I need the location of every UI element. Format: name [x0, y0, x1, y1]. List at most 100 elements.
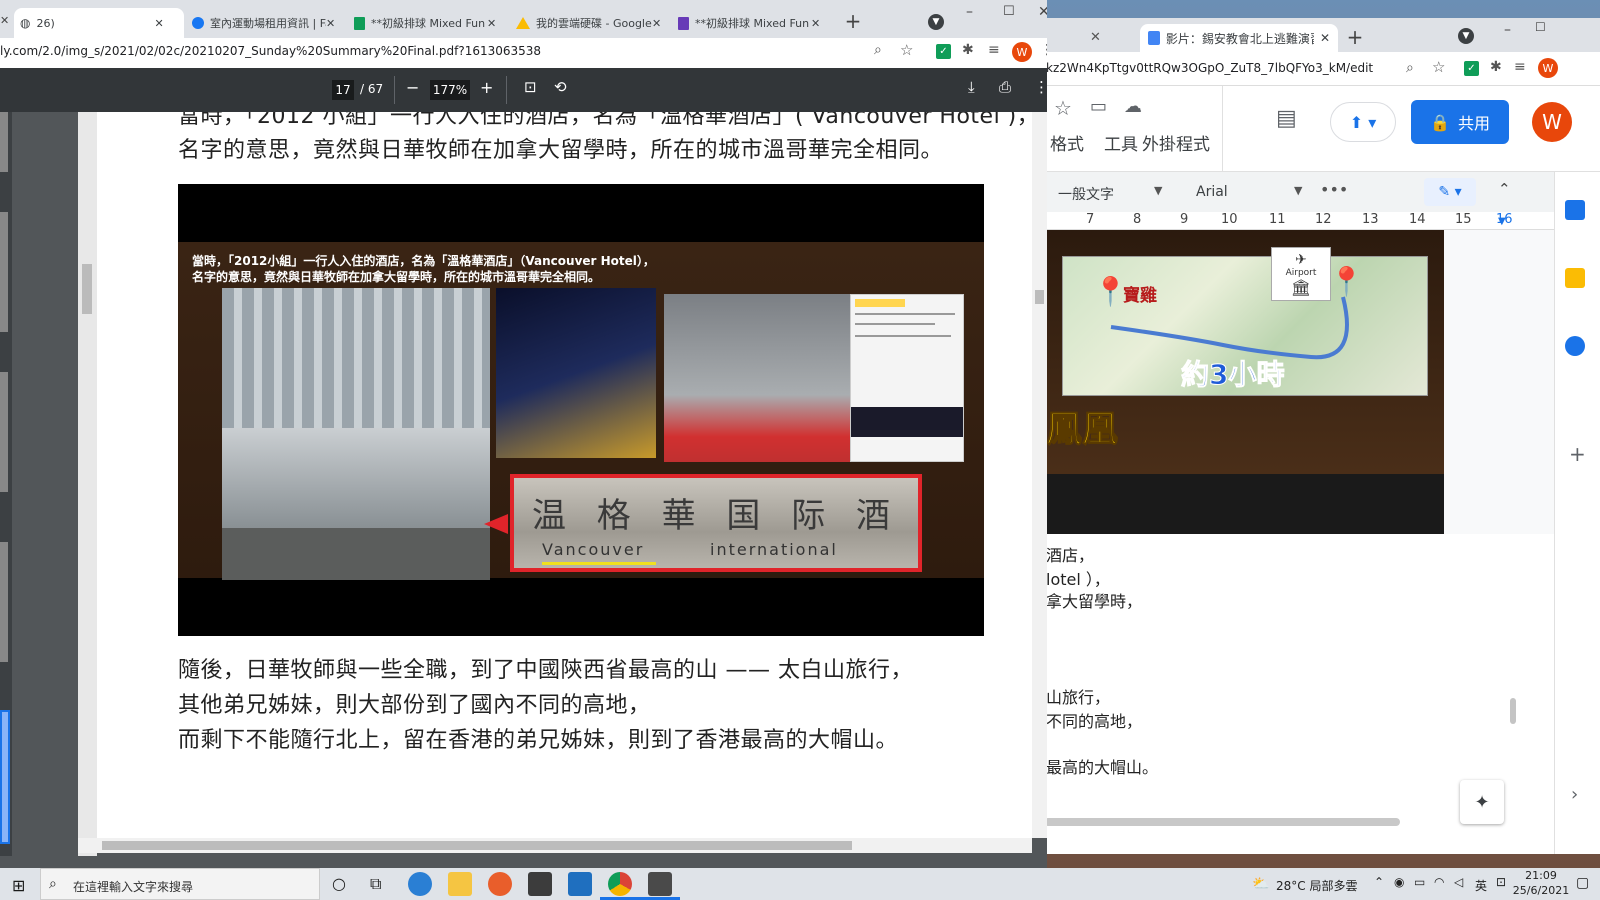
comments-icon[interactable]: ▤: [1276, 106, 1297, 131]
ime-indicator[interactable]: 英: [1475, 877, 1487, 894]
thumbnail-pane[interactable]: [0, 112, 12, 856]
chevron-down-icon[interactable]: ▼: [1294, 184, 1302, 197]
menu-addons[interactable]: 外掛程式: [1142, 130, 1210, 155]
docs-page[interactable]: 酒店， lotel ）， 拿大留學時， 山旅行， 不同的高地， 最高的大帽山。 …: [1044, 534, 1554, 854]
weather-text[interactable]: 28°C 局部多雲: [1276, 877, 1357, 894]
windows-start-icon[interactable]: ⊞: [12, 876, 25, 895]
minimize-icon[interactable]: –: [1504, 22, 1511, 38]
volume-icon[interactable]: ◁: [1454, 875, 1463, 889]
tab-facebook[interactable]: 室內運動場租用資訊 | Fac ✕: [186, 8, 346, 38]
page-number-input[interactable]: 17: [332, 80, 354, 100]
more-actions-icon[interactable]: ⋮: [1034, 78, 1047, 96]
tab-forms[interactable]: **初級排球 Mixed Fun G ✕: [672, 8, 832, 38]
tray-chevron-icon[interactable]: ⌃: [1374, 875, 1384, 889]
close-icon[interactable]: ✕: [154, 17, 163, 30]
cloud-status-icon[interactable]: ☁: [1124, 96, 1142, 117]
profile-avatar[interactable]: W: [1012, 42, 1032, 62]
taskbar-search-box[interactable]: ⌕ 在這裡輸入文字來搜尋: [40, 868, 320, 900]
extensions-puzzle-icon[interactable]: ✱: [962, 42, 974, 58]
tab-pdf[interactable]: ◍ 26) ✕: [14, 8, 184, 38]
ime-mode-icon[interactable]: ⊡: [1496, 875, 1506, 889]
url-text[interactable]: ly.com/2.0/img_s/2021/02/02c/20210207_Su…: [0, 44, 860, 58]
tasks-icon[interactable]: [1565, 336, 1585, 356]
editing-mode-button[interactable]: ✎ ▾: [1424, 178, 1476, 206]
tab-search-icon[interactable]: ▼: [928, 14, 944, 30]
zoom-level-input[interactable]: 177%: [430, 80, 470, 100]
window-close-icon[interactable]: ✕: [1038, 4, 1047, 20]
thumbnail[interactable]: [0, 542, 8, 662]
menu-format[interactable]: 格式: [1050, 130, 1084, 155]
cortana-icon[interactable]: ○: [332, 874, 346, 893]
download-icon[interactable]: ⤓: [968, 78, 975, 96]
share-button[interactable]: 🔒 共用: [1411, 100, 1509, 144]
new-tab-plus-icon[interactable]: +: [842, 9, 864, 33]
extensions-puzzle-icon[interactable]: ✱: [1490, 59, 1502, 75]
url-text[interactable]: kz2Wn4KpTtgv0ttRQw3OGpO_ZuT8_7lbQFYo3_kM…: [1046, 61, 1406, 75]
move-folder-icon[interactable]: ▭: [1090, 96, 1107, 117]
thumbnail-current[interactable]: [0, 710, 10, 844]
tab-sheets[interactable]: **初級排球 Mixed Fun G ✕: [348, 8, 508, 38]
minimize-icon[interactable]: –: [966, 4, 973, 20]
rotate-icon[interactable]: ⟲: [554, 78, 567, 96]
add-addon-icon[interactable]: +: [1569, 442, 1586, 466]
chrome-icon[interactable]: [608, 872, 632, 896]
bookmark-star-icon[interactable]: ☆: [900, 41, 913, 59]
close-icon[interactable]: ✕: [1090, 30, 1101, 45]
keep-icon[interactable]: [1565, 268, 1585, 288]
close-icon[interactable]: ✕: [0, 14, 9, 27]
bookmark-star-icon[interactable]: ☆: [1432, 58, 1445, 76]
chevron-down-icon[interactable]: ▼: [1154, 184, 1162, 197]
tab-docs[interactable]: 影片：錫安教會北上逃難演習的 ✕: [1140, 24, 1338, 52]
close-icon[interactable]: ✕: [811, 17, 820, 30]
wifi-icon[interactable]: ◠: [1434, 875, 1444, 889]
zoom-icon[interactable]: ⌕: [874, 42, 882, 58]
battery-icon[interactable]: ▭: [1414, 875, 1425, 889]
scroll-thumb[interactable]: [102, 841, 852, 850]
indent-marker-icon[interactable]: ▼: [1498, 216, 1506, 227]
pdf-vertical-scrollbar-left[interactable]: [78, 112, 97, 856]
task-view-icon[interactable]: ⧉: [370, 874, 381, 894]
zoom-icon[interactable]: ⌕: [1406, 60, 1414, 76]
star-icon[interactable]: ☆: [1054, 96, 1072, 120]
extension-check-icon[interactable]: ✓: [1464, 61, 1479, 76]
thumbnail[interactable]: [0, 372, 8, 492]
expand-panel-icon[interactable]: ›: [1571, 784, 1578, 805]
close-icon[interactable]: ✕: [1320, 31, 1330, 45]
tray-app-icon[interactable]: ◉: [1394, 875, 1404, 889]
pdf-horizontal-scrollbar[interactable]: [78, 838, 1032, 853]
tab-drive[interactable]: 我的雲端硬碟 - Google 雲 ✕: [510, 8, 670, 38]
menu-tools[interactable]: 工具: [1104, 130, 1138, 155]
close-icon[interactable]: ✕: [326, 17, 335, 30]
notifications-icon[interactable]: ▢: [1576, 875, 1589, 891]
zoom-in-icon[interactable]: +: [480, 78, 493, 97]
scroll-thumb[interactable]: [82, 264, 92, 314]
kebab-menu-icon[interactable]: ⋮: [1040, 42, 1047, 58]
fit-page-icon[interactable]: ⊡: [524, 78, 537, 96]
horizontal-scrollbar[interactable]: [1044, 818, 1400, 826]
close-icon[interactable]: ✕: [487, 17, 496, 30]
maximize-icon[interactable]: ☐: [1003, 4, 1015, 19]
file-explorer-icon[interactable]: [448, 872, 472, 896]
extension-check-icon[interactable]: ✓: [936, 44, 951, 59]
reading-list-icon[interactable]: ≡: [988, 42, 1000, 58]
weather-icon[interactable]: ⛅: [1252, 876, 1269, 892]
thumbnail[interactable]: [0, 112, 8, 172]
edge-icon[interactable]: [408, 872, 432, 896]
thumbnail[interactable]: [0, 212, 8, 332]
maximize-icon[interactable]: ☐: [1535, 20, 1546, 34]
vertical-scrollbar[interactable]: [1510, 698, 1516, 724]
scroll-thumb[interactable]: [1035, 290, 1044, 304]
close-icon[interactable]: ✕: [652, 17, 661, 30]
zoom-out-icon[interactable]: −: [406, 78, 419, 97]
reading-list-icon[interactable]: ≡: [1514, 59, 1526, 75]
font-select[interactable]: Arial: [1196, 184, 1228, 200]
account-avatar[interactable]: W: [1532, 102, 1572, 142]
style-select[interactable]: 一般文字: [1058, 184, 1114, 204]
store-icon[interactable]: [528, 872, 552, 896]
calendar-icon[interactable]: [1565, 200, 1585, 220]
profile-avatar[interactable]: W: [1538, 58, 1558, 78]
collapse-icon[interactable]: ⌃: [1498, 180, 1511, 198]
tab-search-icon[interactable]: ▼: [1458, 28, 1474, 44]
present-button[interactable]: ⬆ ▾: [1330, 102, 1396, 142]
explore-button[interactable]: ✦: [1460, 780, 1504, 824]
